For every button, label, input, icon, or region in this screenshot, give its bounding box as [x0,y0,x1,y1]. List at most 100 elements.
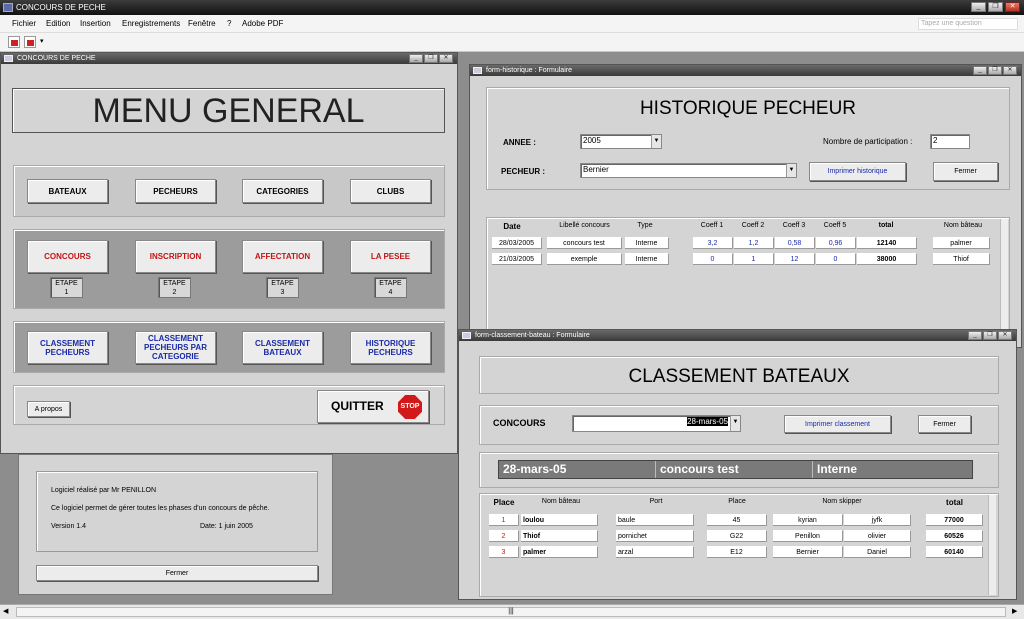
ask-question-input[interactable]: Tapez une question [918,18,1018,30]
bateaux-button[interactable]: BATEAUX [27,179,108,203]
chevron-down-icon[interactable]: ▼ [786,164,796,177]
cell-coeff5[interactable]: 0,96 [816,237,856,249]
close-icon[interactable]: ✕ [1005,2,1020,12]
cell-place[interactable]: 2 [489,530,519,542]
menu-insertion[interactable]: Insertion [80,19,111,28]
historique-scrollbar[interactable] [1000,219,1008,345]
minimize-icon[interactable]: _ [973,66,987,75]
classement-titlebar: form-classement-bateau : Formulaire _ ❐ ✕ [459,330,1016,341]
menu-enregistrements[interactable]: Enregistrements [122,19,180,28]
cell-place-bateau[interactable]: 45 [707,514,767,526]
menu-edition[interactable]: Edition [46,19,70,28]
restore-icon[interactable]: ❐ [983,331,997,340]
cell-port[interactable]: arzal [616,546,694,558]
minimize-icon[interactable]: _ [968,331,982,340]
cell-libelle[interactable]: exemple [547,253,622,265]
menu-fenetre[interactable]: Fenêtre [188,19,216,28]
clubs-button[interactable]: CLUBS [350,179,431,203]
menu-help[interactable]: ? [227,19,231,28]
cell-port[interactable]: pornichet [616,530,694,542]
cell-place[interactable]: 3 [489,546,519,558]
la-pesee-button[interactable]: LA PESEE [350,240,431,273]
toolbar-options-icon[interactable]: ▾ [40,37,47,48]
cell-skipper-nom[interactable]: Penillon [773,530,843,542]
scroll-right-icon[interactable]: ▶ [1012,607,1021,617]
scroll-thumb[interactable]: ||| [16,607,1006,617]
historique-pecheurs-button[interactable]: HISTORIQUE PECHEURS [350,331,431,364]
close-icon[interactable]: ✕ [439,54,453,63]
cell-coeff2[interactable]: 1 [734,253,774,265]
cell-skipper-nom[interactable]: Bernier [773,546,843,558]
access-app-icon [3,3,13,12]
classement-close-button[interactable]: Fermer [918,415,971,433]
cell-bateau[interactable]: palmer [933,237,990,249]
cell-coeff1[interactable]: 0 [693,253,733,265]
minimize-icon[interactable]: _ [971,2,986,12]
cell-skipper-prenom[interactable]: jyfk [844,514,911,526]
close-icon[interactable]: ✕ [998,331,1012,340]
about-close-button[interactable]: Fermer [36,565,318,581]
etape-label: ETAPE [163,280,186,287]
workspace-horizontal-scrollbar[interactable]: ◀ ||| ▶ [0,604,1024,619]
cell-total[interactable]: 38000 [857,253,917,265]
pdf-convert-icon[interactable] [8,36,20,48]
classement-pecheurs-button[interactable]: CLASSEMENT PECHEURS [27,331,108,364]
cell-coeff2[interactable]: 1,2 [734,237,774,249]
restore-icon[interactable]: ❐ [424,54,438,63]
cell-date[interactable]: 21/03/2005 [492,253,542,265]
cell-bateau[interactable]: palmer [521,546,598,558]
etape-label: ETAPE [55,280,78,287]
cell-coeff5[interactable]: 0 [816,253,856,265]
window-controls: _ ❐ ✕ [971,2,1020,12]
etape-label: ETAPE [271,280,294,287]
cell-total[interactable]: 12140 [857,237,917,249]
scroll-left-icon[interactable]: ◀ [3,607,12,617]
pdf-email-icon[interactable] [24,36,36,48]
pecheurs-button[interactable]: PECHEURS [135,179,216,203]
column-header: Date [503,222,521,231]
annee-select[interactable]: 2005 ▼ [580,134,662,149]
cell-place-bateau[interactable]: E12 [707,546,767,558]
menu-adobe-pdf[interactable]: Adobe PDF [242,19,283,28]
restore-icon[interactable]: ❐ [988,66,1002,75]
cell-skipper-nom[interactable]: kyrian [773,514,843,526]
cell-skipper-prenom[interactable]: olivier [844,530,911,542]
minimize-icon[interactable]: _ [409,54,423,63]
cell-date[interactable]: 28/03/2005 [492,237,542,249]
apropos-button[interactable]: A propos [27,401,70,417]
pecheur-select[interactable]: Bernier ▼ [580,163,797,178]
historique-close-button[interactable]: Fermer [933,162,998,181]
participation-field[interactable]: 2 [930,134,970,149]
print-historique-button[interactable]: Imprimer historique [809,162,906,181]
cell-type[interactable]: Interne [625,237,669,249]
classement-scrollbar[interactable] [988,495,996,595]
concours-button[interactable]: CONCOURS [27,240,108,273]
cell-place[interactable]: 1 [489,514,519,526]
menu-fichier[interactable]: Fichier [12,19,36,28]
chevron-down-icon[interactable]: ▼ [730,416,740,431]
print-classement-button[interactable]: Imprimer classement [784,415,891,433]
chevron-down-icon[interactable]: ▼ [651,135,661,148]
cell-libelle[interactable]: concours test [547,237,622,249]
cell-bateau[interactable]: Thiof [521,530,598,542]
cell-total[interactable]: 60526 [926,530,983,542]
cell-type[interactable]: Interne [625,253,669,265]
cell-skipper-prenom[interactable]: Daniel [844,546,911,558]
affectation-button[interactable]: AFFECTATION [242,240,323,273]
classement-categorie-button[interactable]: CLASSEMENT PECHEURS PAR CATEGORIE [135,331,216,364]
categories-button[interactable]: CATEGORIES [242,179,323,203]
cell-coeff3[interactable]: 12 [775,253,815,265]
cell-coeff1[interactable]: 3,2 [693,237,733,249]
cell-port[interactable]: baule [616,514,694,526]
cell-coeff3[interactable]: 0,58 [775,237,815,249]
cell-bateau[interactable]: loulou [521,514,598,526]
classement-bateaux-button[interactable]: CLASSEMENT BATEAUX [242,331,323,364]
close-icon[interactable]: ✕ [1003,66,1017,75]
inscription-button[interactable]: INSCRIPTION [135,240,216,273]
restore-icon[interactable]: ❐ [988,2,1003,12]
cell-total[interactable]: 60140 [926,546,983,558]
concours-select[interactable]: 28-mars-05 ▼ [572,415,741,432]
cell-total[interactable]: 77000 [926,514,983,526]
cell-place-bateau[interactable]: G22 [707,530,767,542]
cell-bateau[interactable]: Thiof [933,253,990,265]
